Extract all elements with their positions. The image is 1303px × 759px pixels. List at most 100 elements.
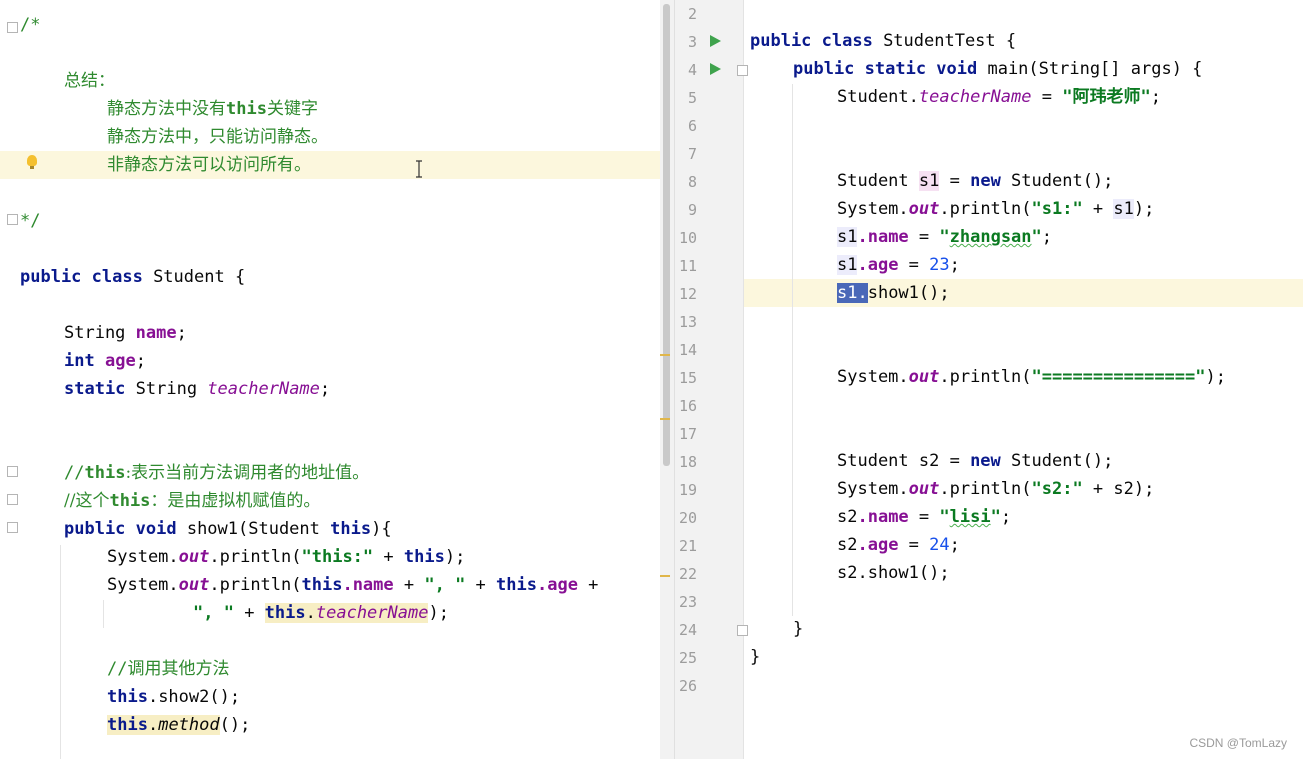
fold-marker-icon[interactable] xyxy=(7,214,18,225)
code-line[interactable]: int age; xyxy=(64,347,660,375)
code-line[interactable]: System.out.println(this.name + ", " + th… xyxy=(107,571,660,599)
code-line[interactable]: 静态方法中没有this关键字 xyxy=(107,95,660,123)
code-text: = xyxy=(939,171,971,191)
code-text: (); xyxy=(219,715,251,735)
run-gutter-icon[interactable] xyxy=(710,63,721,75)
code-line[interactable]: public class Student { xyxy=(20,263,660,291)
line-number: 20 xyxy=(678,509,697,527)
code-text: Student s2 = xyxy=(837,451,971,471)
line-number: 3 xyxy=(687,33,697,51)
line-number: 12 xyxy=(678,285,697,303)
field-name: name xyxy=(135,323,177,343)
fold-marker-icon[interactable] xyxy=(7,522,18,533)
code-text: .println( xyxy=(939,199,1032,219)
fold-marker-icon[interactable] xyxy=(7,22,18,33)
line-number: 2 xyxy=(687,5,697,23)
comment-text: ：是由虚拟机赋值的。 xyxy=(150,491,321,511)
code-line[interactable]: public class StudentTest { xyxy=(750,27,1303,55)
code-line[interactable]: System.out.println("s2:" + s2); xyxy=(837,475,1303,503)
code-line[interactable]: 总结： xyxy=(64,67,660,95)
code-line[interactable]: s2.age = 24; xyxy=(837,531,1303,559)
code-text: show1(); xyxy=(867,283,950,303)
keyword: this xyxy=(107,715,148,735)
comment-text: 静态方法中没有 xyxy=(107,99,226,119)
code-line[interactable]: System.out.println("==============="); xyxy=(837,363,1303,391)
code-text: ); xyxy=(1205,367,1226,387)
indent-guide xyxy=(60,545,61,759)
line-number: 7 xyxy=(687,145,697,163)
code-line[interactable]: s2.show1(); xyxy=(837,559,1303,587)
code-line[interactable]: //调用其他方法 xyxy=(107,655,660,683)
keyword: this xyxy=(403,547,445,567)
code-line[interactable]: static String teacherName; xyxy=(64,375,660,403)
code-text: ; xyxy=(1000,507,1012,527)
code-text: + s2); xyxy=(1082,479,1155,499)
line-number: 21 xyxy=(678,537,697,555)
code-line[interactable]: ", " + this.teacherName); xyxy=(193,599,660,627)
field-name: .age xyxy=(857,255,899,275)
code-line-current[interactable]: 非静态方法可以访问所有。 xyxy=(107,151,660,179)
code-line[interactable]: } xyxy=(750,643,1303,671)
code-line[interactable]: */ xyxy=(20,207,660,235)
code-line[interactable]: s1.age = 23; xyxy=(837,251,1303,279)
scrollbar-thumb[interactable] xyxy=(663,4,670,466)
code-line[interactable]: public void show1(Student this){ xyxy=(64,515,660,543)
fold-marker-icon[interactable] xyxy=(7,466,18,477)
static-field-name: out xyxy=(178,575,210,595)
line-number: 23 xyxy=(678,593,697,611)
code-text: .println( xyxy=(209,547,302,567)
code-text: System. xyxy=(837,479,909,499)
fold-marker-icon[interactable] xyxy=(737,65,748,76)
intention-bulb-icon[interactable] xyxy=(27,155,37,169)
keyword: new xyxy=(970,171,1001,191)
line-number: 5 xyxy=(687,89,697,107)
code-text: = xyxy=(898,535,930,555)
text-cursor-icon xyxy=(416,160,422,178)
string-literal: "===============" xyxy=(1031,367,1206,387)
code-line[interactable]: s1.name = "zhangsan"; xyxy=(837,223,1303,251)
comment-text: */ xyxy=(20,211,41,231)
method-name: method xyxy=(158,715,220,735)
fold-marker-icon[interactable] xyxy=(7,494,18,505)
line-number: 4 xyxy=(687,61,697,79)
code-line[interactable]: System.out.println("this:" + this); xyxy=(107,543,660,571)
code-line[interactable]: //this:表示当前方法调用者的地址值。 xyxy=(64,459,660,487)
keyword: public class xyxy=(20,267,143,287)
code-line[interactable]: this.show2(); xyxy=(107,683,660,711)
static-field-name: teacherName xyxy=(207,379,320,399)
code-text: .println( xyxy=(939,367,1032,387)
code-line[interactable]: Student s2 = new Student(); xyxy=(837,447,1303,475)
code-line[interactable]: } xyxy=(793,615,1303,643)
line-number: 14 xyxy=(678,341,697,359)
code-line[interactable]: Student.teacherName = "阿玮老师"; xyxy=(837,83,1303,111)
code-line[interactable]: String name; xyxy=(64,319,660,347)
left-editor-pane[interactable]: /* 总结： 静态方法中没有this关键字 静态方法中，只能访问静态。 非静态方… xyxy=(0,0,660,759)
keyword: public class xyxy=(750,31,873,51)
code-text: ); xyxy=(428,603,449,623)
number-literal: 24 xyxy=(929,535,950,555)
code-line[interactable]: 静态方法中，只能访问静态。 xyxy=(107,123,660,151)
watermark: CSDN @TomLazy xyxy=(1189,736,1287,750)
string-literal: "this:" xyxy=(301,547,374,567)
code-text: = xyxy=(908,227,940,247)
keyword: this xyxy=(264,603,306,623)
line-number-gutter: 2 3 4 5 6 7 8 9 10 11 12 13 14 15 16 17 … xyxy=(675,0,748,759)
keyword: public void xyxy=(64,519,177,539)
fold-marker-icon[interactable] xyxy=(737,625,748,636)
code-line[interactable]: Student s1 = new Student(); xyxy=(837,167,1303,195)
string-literal: " xyxy=(939,227,950,247)
comment-text: :表示当前方法调用者的地址值。 xyxy=(125,463,370,483)
code-line[interactable]: System.out.println("s1:" + s1); xyxy=(837,195,1303,223)
code-line[interactable]: this.method(); xyxy=(107,711,660,739)
run-gutter-icon[interactable] xyxy=(710,35,721,47)
code-text: Student xyxy=(837,171,919,191)
code-line[interactable]: /* xyxy=(20,11,660,39)
code-text: + xyxy=(233,603,265,623)
field-name: .age xyxy=(536,575,578,595)
code-line[interactable]: //这个this：是由虚拟机赋值的。 xyxy=(64,487,660,515)
code-line[interactable]: public static void main(String[] args) { xyxy=(793,55,1303,83)
code-line-current[interactable]: s1.show1(); xyxy=(837,279,1303,307)
code-line[interactable]: s2.name = "lisi"; xyxy=(837,503,1303,531)
right-editor-pane[interactable]: 2 3 4 5 6 7 8 9 10 11 12 13 14 15 16 17 … xyxy=(675,0,1303,759)
code-text: = xyxy=(1031,87,1063,107)
